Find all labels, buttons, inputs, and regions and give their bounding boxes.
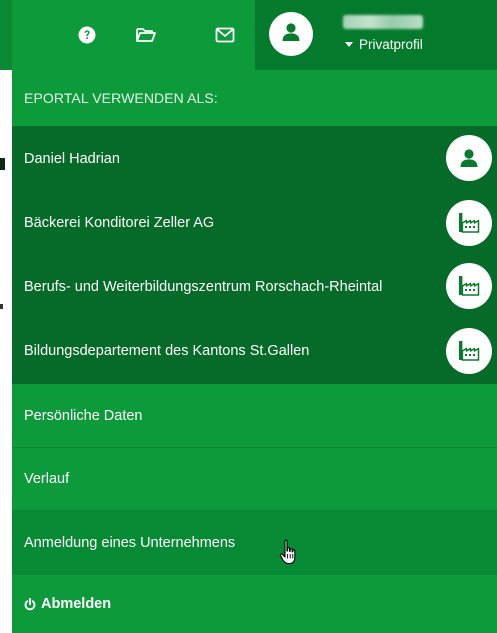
profile-item-company[interactable]: Bäckerei Konditorei Zeller AG: [12, 191, 497, 255]
help-button[interactable]: [62, 0, 112, 70]
profile-switcher-button[interactable]: Privatprofil: [255, 0, 497, 70]
menu-section-title: EPORTAL VERWENDEN ALS:: [12, 70, 497, 126]
background-page-strip: [0, 127, 4, 632]
folder-open-icon: [135, 26, 157, 44]
messages-button[interactable]: [200, 0, 250, 70]
menu-item-register-company[interactable]: Anmeldung eines Unternehmens: [12, 510, 497, 575]
profile-dropdown-menu: EPORTAL VERWENDEN ALS: Daniel Hadrian Bä…: [12, 70, 497, 633]
user-icon: [280, 21, 302, 48]
logout-button[interactable]: Abmelden: [12, 575, 497, 633]
menu-item-personal-data[interactable]: Persönliche Daten: [12, 384, 497, 447]
profile-item-school[interactable]: Berufs- und Weiterbildungszentrum Rorsch…: [12, 255, 497, 318]
factory-icon: [446, 328, 492, 374]
menu-item-label: Persönliche Daten: [24, 407, 143, 424]
caret-down-icon: [345, 42, 353, 47]
background-fragment: [0, 158, 5, 170]
question-circle-icon: [78, 26, 96, 44]
profile-item-label: Bäckerei Konditorei Zeller AG: [24, 215, 215, 231]
folder-button[interactable]: [121, 0, 171, 70]
user-icon: [446, 135, 492, 181]
avatar: [269, 12, 313, 56]
profile-role: Privatprofil: [345, 37, 423, 52]
profile-item-label: Daniel Hadrian: [24, 150, 120, 167]
top-navbar: Privatprofil: [0, 0, 497, 70]
menu-item-label: Anmeldung eines Unternehmens: [24, 534, 236, 551]
profile-item-label: Bildungsdepartement des Kantons St.Galle…: [24, 343, 310, 359]
logout-label: Abmelden: [41, 596, 112, 612]
menu-item-label: Verlauf: [24, 471, 70, 487]
factory-icon: [446, 263, 492, 309]
profile-item-label: Berufs- und Weiterbildungszentrum Rorsch…: [24, 278, 383, 295]
menu-item-history[interactable]: Verlauf: [12, 447, 497, 510]
envelope-icon: [215, 27, 235, 43]
navbar-edge: [0, 0, 12, 70]
profile-role-label: Privatprofil: [359, 37, 423, 52]
profile-item-person[interactable]: Daniel Hadrian: [12, 126, 497, 191]
profile-item-department[interactable]: Bildungsdepartement des Kantons St.Galle…: [12, 318, 497, 384]
background-fragment: [0, 304, 3, 309]
page: Privatprofil EPORTAL VERWENDEN ALS: Dani…: [0, 0, 497, 633]
blurred-user-name: [343, 15, 423, 29]
factory-icon: [446, 200, 492, 246]
power-icon: [24, 597, 36, 611]
